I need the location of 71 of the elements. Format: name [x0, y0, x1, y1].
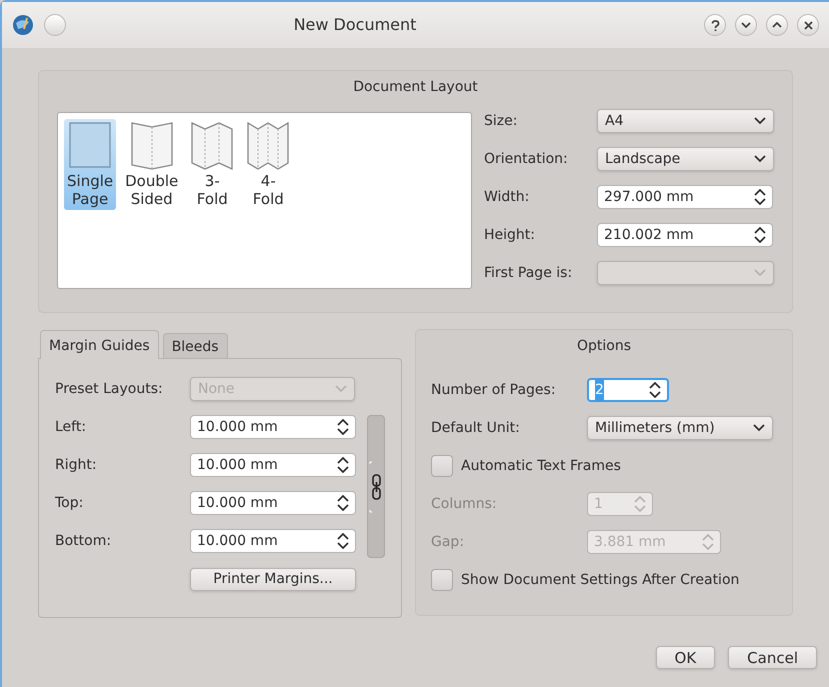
spinner-arrows-icon — [754, 189, 766, 205]
close-icon — [804, 20, 812, 30]
spin-box[interactable]: 10.000 mm — [190, 453, 356, 477]
help-button[interactable] — [704, 14, 726, 36]
field-label: Height: — [484, 226, 536, 244]
field-label: Preset Layouts: — [55, 380, 164, 398]
layout-option[interactable]: Double Sided — [122, 119, 182, 210]
close-button[interactable] — [797, 14, 819, 36]
field-label: Bottom: — [55, 532, 112, 550]
field-label: Columns: — [431, 494, 498, 514]
group-title: Document Layout — [352, 78, 479, 97]
field-label: Right: — [55, 456, 98, 474]
spin-box: 1 — [587, 492, 653, 516]
tab[interactable]: Bleeds — [162, 333, 228, 358]
chevron-down-icon — [741, 22, 751, 28]
app-icon — [12, 14, 34, 36]
chevron-down-icon — [335, 385, 347, 393]
spinner-arrows-icon — [634, 496, 646, 512]
folded-page-icon — [246, 121, 290, 171]
field-label: Top: — [55, 494, 84, 512]
dropdown[interactable]: Landscape — [597, 147, 774, 171]
field-label: Width: — [484, 188, 530, 206]
printer-margins-button[interactable]: Printer Margins... — [190, 568, 356, 591]
layout-option[interactable]: 4-Fold — [243, 119, 294, 210]
field-label: Gap: — [431, 532, 466, 552]
folded-page-icon — [190, 121, 234, 171]
field-label: Left: — [55, 418, 88, 436]
checkbox-label: Show Document Settings After Creation — [461, 570, 740, 590]
dropdown[interactable]: Millimeters (mm) — [587, 416, 773, 440]
folded-page-icon — [130, 121, 174, 171]
spin-box[interactable]: 210.002 mm — [597, 223, 773, 247]
layout-list[interactable]: Single Page Double Sided 3-Fold 4-Fold — [57, 112, 472, 289]
spinner-arrows-icon — [702, 534, 714, 550]
spin-box[interactable]: 10.000 mm — [190, 415, 356, 439]
help-icon — [710, 20, 720, 30]
page-icon — [68, 121, 112, 171]
chevron-down-icon — [753, 424, 765, 432]
chevron-down-icon — [754, 117, 766, 125]
dialog-button[interactable]: OK — [656, 646, 716, 669]
field-label: Size: — [484, 112, 518, 130]
layout-option[interactable]: 3-Fold — [187, 119, 238, 210]
field-label: Number of Pages: — [431, 380, 557, 400]
tab[interactable]: Margin Guides — [40, 330, 159, 359]
chevron-down-icon — [754, 155, 766, 163]
spinner-arrows-icon — [337, 419, 349, 435]
field-label: Default Unit: — [431, 418, 521, 438]
spin-box[interactable]: 10.000 mm — [190, 529, 356, 553]
field-label: First Page is: — [484, 264, 574, 282]
group-title: Options — [576, 337, 632, 356]
dropdown[interactable]: A4 — [597, 109, 774, 133]
maximize-button[interactable] — [766, 14, 788, 36]
spinner-arrows-icon — [337, 533, 349, 549]
checkbox-label: Automatic Text Frames — [461, 456, 621, 476]
chain-link-icon — [369, 460, 383, 512]
layout-option[interactable]: Single Page — [64, 119, 116, 210]
checkbox[interactable] — [431, 455, 453, 477]
spin-box[interactable]: 10.000 mm — [190, 491, 356, 515]
spin-box: 3.881 mm — [587, 530, 721, 554]
chevron-down-icon — [754, 269, 766, 277]
dialog-button[interactable]: Cancel — [728, 646, 817, 669]
window-title: New Document — [292, 14, 418, 36]
minimize-button[interactable] — [735, 14, 757, 36]
spinner-arrows-icon — [337, 457, 349, 473]
link-toggle-button[interactable] — [367, 415, 385, 558]
checkbox[interactable] — [431, 569, 453, 591]
spin-box[interactable]: 297.000 mm — [597, 185, 773, 209]
spinner-arrows-icon — [649, 382, 661, 398]
field-label: Orientation: — [484, 150, 569, 168]
chevron-up-icon — [772, 22, 782, 28]
spinner-arrows-icon — [337, 495, 349, 511]
spinner-arrows-icon — [754, 227, 766, 243]
